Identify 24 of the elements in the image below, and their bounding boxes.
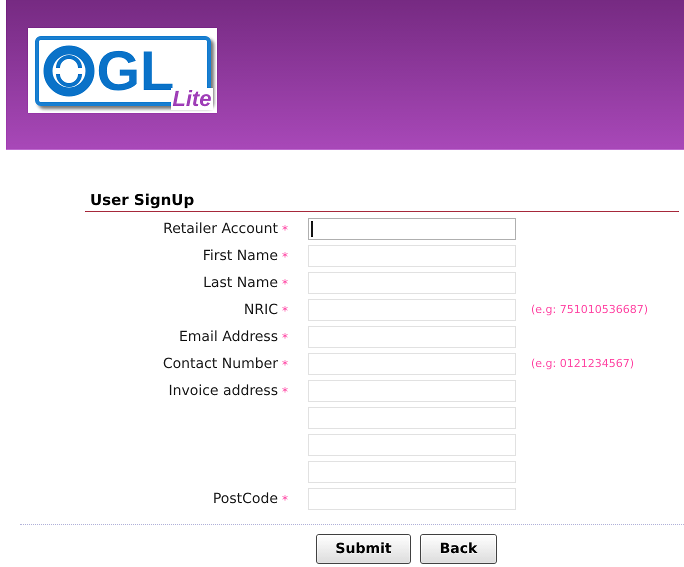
required-mark: * <box>282 223 288 237</box>
field-label: Invoice address <box>168 382 278 400</box>
circle-icon <box>42 44 94 96</box>
format-hint: (e.g: 0121234567) <box>531 356 634 372</box>
required-mark: * <box>282 358 288 372</box>
required-mark: * <box>282 277 288 291</box>
field-label: NRIC <box>244 300 278 320</box>
field-label: First Name <box>202 246 278 266</box>
input-field[interactable] <box>308 218 516 240</box>
field-label: Contact Number <box>162 354 278 374</box>
format-hint: (e.g: 751010536687) <box>531 302 648 318</box>
required-mark: * <box>282 493 288 507</box>
logo-suffix-text: Lite <box>171 88 212 110</box>
form-title: User SignUp <box>90 190 196 211</box>
field-label: Last Name <box>203 274 278 292</box>
required-mark: * <box>282 385 288 399</box>
required-mark: * <box>282 250 288 264</box>
required-mark: * <box>282 331 288 345</box>
back-button[interactable]: Back <box>420 534 497 564</box>
field-label: Email Address <box>178 328 278 346</box>
field-label: PostCode <box>212 490 278 508</box>
submit-button[interactable]: Submit <box>316 534 411 564</box>
field-label: Retailer Account <box>163 220 278 238</box>
required-mark: * <box>282 304 288 318</box>
